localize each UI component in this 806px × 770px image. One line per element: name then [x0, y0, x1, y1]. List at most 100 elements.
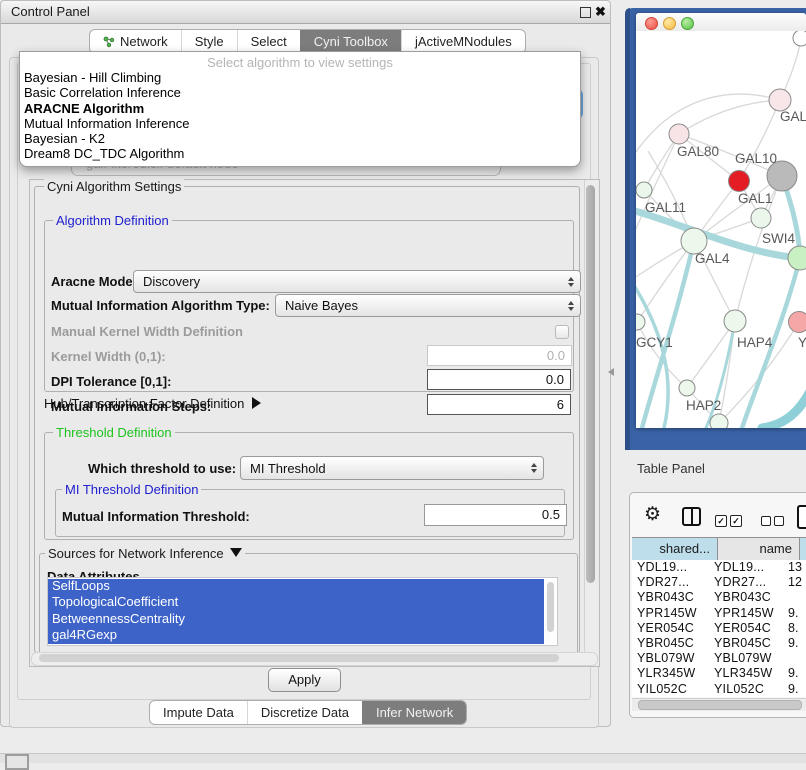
spinner-arrows-icon — [568, 301, 574, 311]
which-threshold-combobox[interactable]: MI Threshold — [240, 456, 544, 480]
apply-button[interactable]: Apply — [268, 668, 341, 692]
show-columns-icon[interactable] — [682, 507, 701, 526]
column-header-name[interactable]: name — [718, 538, 800, 560]
network-icon — [103, 36, 115, 48]
attribute-item[interactable]: BetweennessCentrality — [48, 611, 557, 627]
minimized-panel-icon[interactable] — [5, 754, 29, 770]
node-salmon[interactable] — [789, 312, 806, 333]
sources-toggle[interactable]: Sources for Network Inference — [45, 546, 245, 561]
minimize-traffic-light-icon[interactable] — [663, 17, 676, 30]
attribute-item[interactable]: SelfLoops — [48, 578, 557, 594]
tab-jactivemnodules[interactable]: jActiveMNodules — [401, 30, 525, 53]
dropdown-item[interactable]: Mutual Information Inference — [20, 116, 580, 131]
table-row[interactable]: YLR345WYLR345W9. — [632, 666, 806, 681]
node-label: GAL4 — [695, 251, 730, 266]
control-panel-titlebar[interactable]: Control Panel ✖ — [1, 1, 610, 24]
manual-kernel-label: Manual Kernel Width Definition — [51, 324, 243, 339]
dropdown-item[interactable]: Bayesian - K2 — [20, 131, 580, 146]
settings-vscroll-thumb[interactable] — [586, 185, 595, 583]
attribute-item[interactable]: TopologicalCoefficient — [48, 594, 557, 610]
node-label: GAL — [780, 109, 806, 124]
node-swi4-green[interactable] — [788, 246, 806, 270]
group-legend: Cyni Algorithm Settings — [44, 179, 184, 194]
table-row[interactable]: YER054CYER054C8. — [632, 621, 806, 636]
zoom-traffic-light-icon[interactable] — [681, 17, 694, 30]
tab-style[interactable]: Style — [181, 30, 237, 53]
node-label: GAL11 — [645, 200, 686, 215]
mi-type-label: Mutual Information Algorithm Type: — [51, 298, 270, 313]
tab-select[interactable]: Select — [237, 30, 300, 53]
node-label: HAP4 — [737, 335, 773, 350]
deselect-all-icon[interactable] — [761, 514, 787, 529]
dropdown-item[interactable]: Dream8 DC_TDC Algorithm — [20, 146, 580, 161]
select-all-icon[interactable]: ✓✓ — [715, 512, 745, 527]
table-hscroll-thumb[interactable] — [638, 700, 802, 710]
spinner-arrows-icon — [568, 277, 574, 287]
node-gal11[interactable] — [636, 182, 652, 198]
table-row[interactable]: YIL052CYIL052C9. — [632, 682, 806, 697]
close-traffic-light-icon[interactable] — [645, 17, 658, 30]
attributes-vscroll-thumb[interactable] — [547, 582, 554, 632]
node-label: Y — [798, 335, 806, 350]
algorithm-dropdown-popup: Select algorithm to view settings Bayesi… — [19, 51, 581, 167]
node-partial-bottom[interactable] — [710, 414, 728, 428]
tab-infer-network[interactable]: Infer Network — [362, 701, 466, 724]
node-gcy1[interactable] — [636, 314, 645, 330]
node-label: GAL80 — [677, 144, 719, 159]
tab-cyni-toolbox[interactable]: Cyni Toolbox — [300, 30, 401, 53]
frame-edge — [625, 8, 630, 450]
table-row[interactable]: YPR145WYPR145W9. — [632, 606, 806, 621]
network-graph: GAL GAL80 GAL10 GAL11 GAL1 SWI4 GAL4 GCY… — [636, 31, 806, 428]
which-threshold-label: Which threshold to use: — [88, 461, 236, 476]
table-row[interactable]: YDR27...YDR27...12 — [632, 575, 806, 590]
node-partial-top[interactable] — [793, 31, 806, 46]
attribute-item[interactable]: gal4RGexp — [48, 627, 557, 643]
tab-network-label: Network — [120, 30, 168, 53]
mi-type-combobox[interactable]: Naive Bayes — [275, 294, 581, 317]
tab-discretize-data[interactable]: Discretize Data — [247, 701, 362, 724]
mi-steps-input[interactable]: 6 — [427, 394, 571, 415]
node-gal-pink[interactable] — [769, 89, 791, 111]
attributes-vscrollbar[interactable] — [545, 579, 556, 643]
column-header-shared-name[interactable]: shared... — [632, 538, 718, 560]
aracne-mode-label: Aracne Mode: — [51, 274, 137, 289]
spinner-arrows-icon — [531, 463, 537, 473]
table-body[interactable]: YDL19...YDL19...13 YDR27...YDR27...12 YB… — [632, 560, 806, 697]
close-icon[interactable]: ✖ — [595, 4, 606, 20]
gear-icon[interactable]: ⚙ — [644, 504, 661, 526]
settings-hscroll-thumb[interactable] — [39, 654, 559, 662]
node-hap4[interactable] — [724, 310, 746, 332]
table-panel-title: Table Panel — [637, 459, 797, 479]
export-table-icon[interactable] — [797, 505, 806, 529]
table-row[interactable]: YDL19...YDL19...13 — [632, 560, 806, 575]
dropdown-item[interactable]: Bayesian - Hill Climbing — [20, 70, 580, 85]
hub-definition-toggle[interactable]: Hub/Transcription Factor Definition — [44, 396, 261, 411]
column-header-partial[interactable] — [800, 538, 806, 560]
aracne-mode-value: Discovery — [143, 274, 200, 289]
tab-impute-data[interactable]: Impute Data — [150, 701, 247, 724]
table-row[interactable]: YBL079WYBL079W — [632, 651, 806, 666]
table-row[interactable]: YBR043CYBR043C — [632, 590, 806, 605]
dropdown-item-highlighted[interactable]: ARACNE Algorithm — [20, 101, 580, 116]
data-attributes-list[interactable]: SelfLoops TopologicalCoefficient Between… — [47, 577, 558, 646]
node-label: HAP2 — [686, 398, 721, 413]
tab-network[interactable]: Network — [90, 30, 181, 53]
dpi-tolerance-input[interactable]: 0.0 — [427, 369, 571, 390]
float-window-icon[interactable] — [580, 7, 591, 18]
manual-kernel-checkbox[interactable] — [555, 325, 569, 339]
node-gal1[interactable] — [751, 208, 771, 228]
network-canvas[interactable]: GAL GAL80 GAL10 GAL11 GAL1 SWI4 GAL4 GCY… — [636, 31, 806, 428]
splitter-handle-icon[interactable] — [608, 368, 614, 376]
node-hap2[interactable] — [679, 380, 695, 396]
node-gal10-red[interactable] — [729, 171, 750, 192]
dropdown-prompt: Select algorithm to view settings — [20, 52, 580, 70]
table-row[interactable]: YBR045CYBR045C9. — [632, 636, 806, 651]
mi-threshold-input[interactable]: 0.5 — [424, 504, 567, 526]
node-gal80[interactable] — [669, 124, 689, 144]
network-window-titlebar[interactable] — [636, 13, 806, 32]
aracne-mode-combobox[interactable]: Discovery — [133, 270, 581, 293]
which-threshold-value: MI Threshold — [250, 461, 326, 476]
kernel-width-input[interactable]: 0.0 — [427, 345, 572, 366]
dropdown-item[interactable]: Basic Correlation Inference — [20, 85, 580, 100]
network-view-window[interactable]: GAL GAL80 GAL10 GAL11 GAL1 SWI4 GAL4 GCY… — [636, 13, 806, 428]
